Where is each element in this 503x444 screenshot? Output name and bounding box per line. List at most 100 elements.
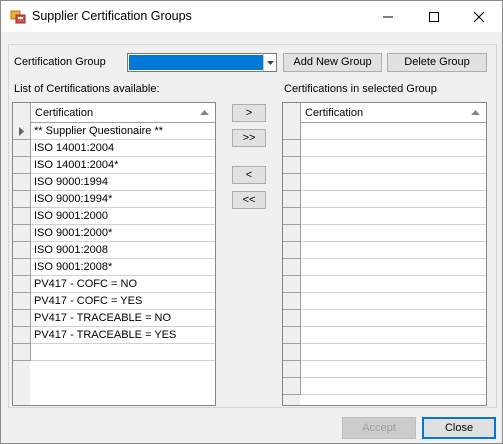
certification-row[interactable]: PV417 - TRACEABLE = YES: [31, 327, 215, 344]
certification-row[interactable]: ISO 9001:2000: [31, 208, 215, 225]
row-header[interactable]: [13, 157, 31, 174]
row-header[interactable]: [283, 208, 301, 225]
row-header[interactable]: [13, 225, 31, 242]
combo-dropdown-button[interactable]: [263, 54, 276, 71]
available-rows: ** Supplier Questionaire ** ISO 14001:200…: [31, 123, 215, 361]
row-header[interactable]: [13, 208, 31, 225]
empty-row[interactable]: [301, 174, 486, 191]
empty-row[interactable]: [301, 327, 486, 344]
grid-header: Certification: [283, 103, 486, 123]
row-header[interactable]: [13, 344, 31, 361]
close-button[interactable]: Close: [422, 417, 496, 439]
certification-row[interactable]: ISO 9001:2008: [31, 242, 215, 259]
add-new-group-button[interactable]: Add New Group: [283, 53, 382, 72]
selected-certifications-grid[interactable]: Certification: [282, 102, 487, 406]
empty-row[interactable]: [301, 191, 486, 208]
sort-ascending-icon: [471, 110, 480, 115]
row-header[interactable]: [283, 225, 301, 242]
empty-row[interactable]: [301, 140, 486, 157]
row-header[interactable]: [283, 191, 301, 208]
empty-row[interactable]: [301, 242, 486, 259]
empty-row[interactable]: [301, 123, 486, 140]
row-header[interactable]: [283, 361, 301, 378]
certification-column-header[interactable]: Certification: [35, 107, 93, 119]
title-bar: Supplier Certification Groups: [1, 1, 502, 32]
certification-row[interactable]: ISO 9000:1994: [31, 174, 215, 191]
empty-row[interactable]: [301, 361, 486, 378]
empty-row[interactable]: [301, 276, 486, 293]
selected-certifications-label: Certifications in selected Group: [284, 83, 437, 95]
window-title: Supplier Certification Groups: [32, 9, 192, 23]
certification-group-label: Certification Group: [14, 56, 106, 68]
certification-row[interactable]: PV417 - TRACEABLE = NO: [31, 310, 215, 327]
empty-row[interactable]: [301, 344, 486, 361]
certification-row[interactable]: PV417 - COFC = YES: [31, 293, 215, 310]
row-header[interactable]: [13, 174, 31, 191]
sort-ascending-icon: [200, 110, 209, 115]
empty-row[interactable]: [301, 310, 486, 327]
combo-selected-value: [129, 55, 263, 70]
row-header[interactable]: [283, 378, 301, 395]
selected-rows: [301, 123, 486, 395]
empty-row[interactable]: [301, 378, 486, 395]
remove-all-button[interactable]: <<: [232, 191, 266, 209]
delete-group-button[interactable]: Delete Group: [387, 53, 487, 72]
minimize-icon: [383, 16, 393, 18]
maximize-icon: [429, 12, 439, 22]
certification-row[interactable]: ISO 14001:2004*: [31, 157, 215, 174]
row-header[interactable]: [283, 259, 301, 276]
available-certifications-grid[interactable]: Certification ** Supplier Questionaire *…: [12, 102, 216, 406]
add-all-button[interactable]: >>: [232, 129, 266, 147]
certification-row[interactable]: PV417 - COFC = NO: [31, 276, 215, 293]
row-header[interactable]: [13, 259, 31, 276]
row-header[interactable]: [13, 310, 31, 327]
row-header[interactable]: [13, 293, 31, 310]
row-headers: [13, 123, 31, 361]
grid-header: Certification: [13, 103, 215, 123]
row-header[interactable]: [283, 293, 301, 310]
empty-row[interactable]: [301, 293, 486, 310]
row-header[interactable]: [283, 174, 301, 191]
certification-column-header[interactable]: Certification: [305, 107, 363, 119]
row-header[interactable]: [283, 242, 301, 259]
add-selected-button[interactable]: >: [232, 104, 266, 122]
certification-row[interactable]: ISO 9000:1994*: [31, 191, 215, 208]
grid-corner-cell[interactable]: [13, 103, 31, 123]
row-header[interactable]: [13, 242, 31, 259]
certification-row[interactable]: ISO 9001:2008*: [31, 259, 215, 276]
certification-row[interactable]: ISO 14001:2004: [31, 140, 215, 157]
empty-row[interactable]: [301, 157, 486, 174]
row-header[interactable]: [13, 191, 31, 208]
available-certifications-label: List of Certifications available:: [14, 83, 160, 95]
row-headers: [283, 123, 301, 395]
empty-row[interactable]: [301, 225, 486, 242]
row-header[interactable]: [13, 327, 31, 344]
empty-row[interactable]: [301, 208, 486, 225]
row-header[interactable]: [13, 276, 31, 293]
row-header[interactable]: [283, 344, 301, 361]
remove-selected-button[interactable]: <: [232, 166, 266, 184]
current-row-pointer-icon: [19, 127, 24, 136]
close-icon: [473, 11, 485, 23]
empty-row[interactable]: [301, 259, 486, 276]
row-header[interactable]: [283, 327, 301, 344]
row-header[interactable]: [283, 310, 301, 327]
supplier-certification-groups-window: Supplier Certification Groups Certificat…: [0, 0, 503, 444]
row-header[interactable]: [283, 276, 301, 293]
certification-group-select[interactable]: [127, 53, 277, 72]
row-header[interactable]: [13, 140, 31, 157]
accept-button[interactable]: Accept: [342, 417, 416, 439]
grid-corner-cell[interactable]: [283, 103, 301, 123]
chevron-down-icon: [267, 61, 274, 65]
certification-row[interactable]: ** Supplier Questionaire **: [31, 123, 215, 140]
app-window-icon: [10, 9, 26, 25]
certification-row[interactable]: ISO 9001:2000*: [31, 225, 215, 242]
minimize-button[interactable]: [365, 1, 411, 32]
row-header[interactable]: [13, 123, 31, 140]
maximize-button[interactable]: [411, 1, 457, 32]
window-close-button[interactable]: [456, 1, 502, 32]
row-header[interactable]: [283, 140, 301, 157]
empty-row[interactable]: [31, 344, 215, 361]
row-header[interactable]: [283, 123, 301, 140]
row-header[interactable]: [283, 157, 301, 174]
